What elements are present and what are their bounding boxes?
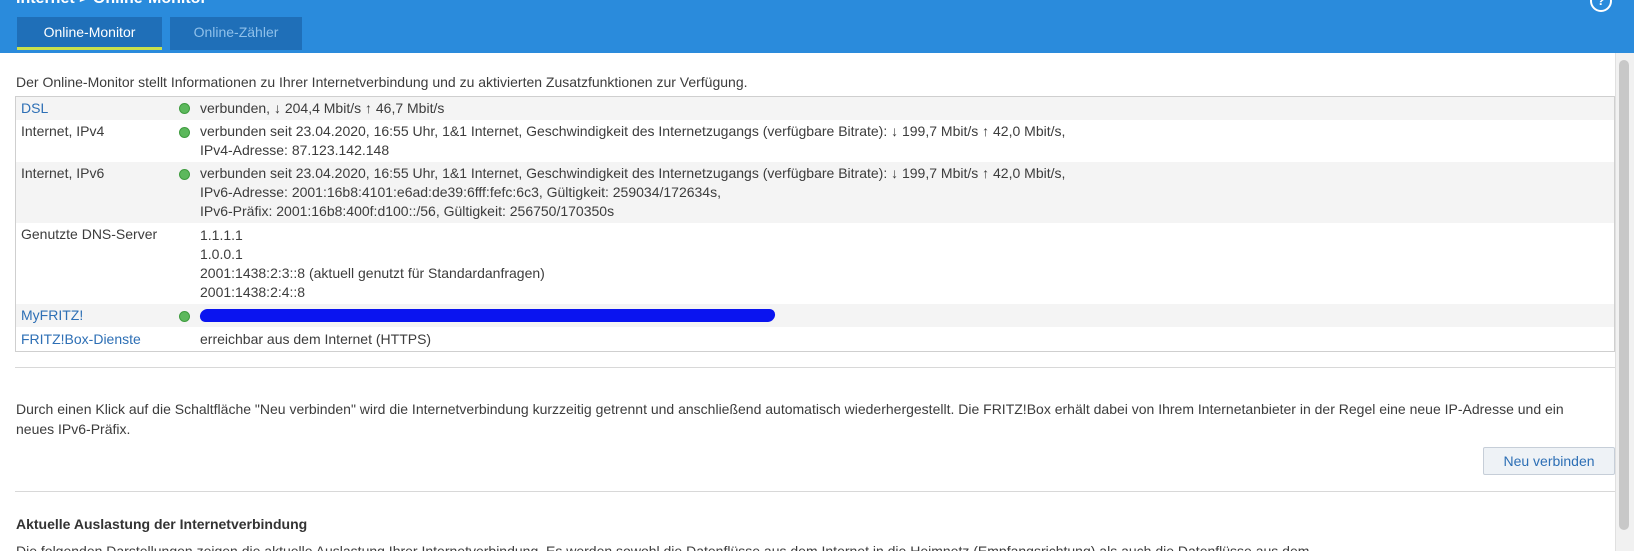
reconnect-button[interactable]: Neu verbinden	[1483, 447, 1615, 475]
ipv6-label: Internet, IPv6	[21, 165, 105, 181]
dns-label: Genutzte DNS-Server	[21, 226, 158, 242]
help-icon[interactable]: ?	[1590, 0, 1612, 12]
fritzbox-dienste-link[interactable]: FRITZ!Box-Dienste	[21, 331, 141, 347]
intro-text: Der Online-Monitor stellt Informationen …	[16, 74, 748, 90]
status-ok-icon	[179, 311, 190, 322]
status-ok-icon	[179, 127, 190, 138]
divider	[15, 491, 1615, 492]
page-title: Internet > Online-Monitor	[16, 0, 207, 8]
dsl-link[interactable]: DSL	[21, 100, 48, 116]
ipv4-label: Internet, IPv4	[21, 123, 105, 139]
ipv6-prefix: IPv6-Präfix: 2001:16b8:400f:d100::/56, G…	[200, 203, 615, 219]
ipv4-address: IPv4-Adresse: 87.123.142.148	[200, 142, 390, 158]
table-row-fritzbox-dienste: FRITZ!Box-Dienste erreichbar aus dem Int…	[16, 327, 1614, 351]
fritzbox-dienste-value: erreichbar aus dem Internet (HTTPS)	[200, 331, 432, 347]
table-row-dsl: DSL verbunden, ↓ 204,4 Mbit/s ↑ 46,7 Mbi…	[16, 97, 1614, 120]
table-row-ipv4: Internet, IPv4 verbunden seit 23.04.2020…	[16, 120, 1614, 162]
dns-server-3: 2001:1438:2:3::8 (aktuell genutzt für St…	[200, 265, 545, 281]
redaction-mark	[199, 309, 776, 322]
dns-server-2: 1.0.0.1	[200, 246, 243, 262]
ipv4-line-1: verbunden seit 23.04.2020, 16:55 Uhr, 1&…	[200, 123, 1066, 139]
section-description: Die folgenden Darstellungen zeigen die a…	[16, 543, 1310, 551]
scrollbar-thumb[interactable]	[1619, 60, 1629, 530]
status-ok-icon	[179, 169, 190, 180]
header-bar: Internet > Online-Monitor ? Online-Monit…	[0, 0, 1634, 53]
tab-online-zaehler[interactable]: Online-Zähler	[170, 17, 302, 50]
status-ok-icon	[179, 103, 190, 114]
myfritz-link[interactable]: MyFRITZ!	[21, 307, 83, 323]
status-table: DSL verbunden, ↓ 204,4 Mbit/s ↑ 46,7 Mbi…	[15, 96, 1615, 352]
reconnect-description: Durch einen Klick auf die Schaltfläche "…	[16, 401, 1564, 437]
ipv6-line-1: verbunden seit 23.04.2020, 16:55 Uhr, 1&…	[200, 165, 1066, 181]
section-heading: Aktuelle Auslastung der Internetverbindu…	[16, 516, 308, 532]
dsl-value: verbunden, ↓ 204,4 Mbit/s ↑ 46,7 Mbit/s	[200, 100, 445, 116]
divider	[15, 367, 1615, 368]
table-row-dns: Genutzte DNS-Server 1.1.1.1 1.0.0.1 2001…	[16, 223, 1614, 304]
table-row-ipv6: Internet, IPv6 verbunden seit 23.04.2020…	[16, 162, 1614, 223]
table-row-myfritz: MyFRITZ!	[16, 304, 1614, 327]
tab-online-monitor[interactable]: Online-Monitor	[17, 17, 162, 50]
dns-server-1: 1.1.1.1	[200, 227, 243, 243]
dns-server-4: 2001:1438:2:4::8	[200, 284, 306, 300]
ipv6-address: IPv6-Adresse: 2001:16b8:4101:e6ad:de39:6…	[200, 184, 721, 200]
